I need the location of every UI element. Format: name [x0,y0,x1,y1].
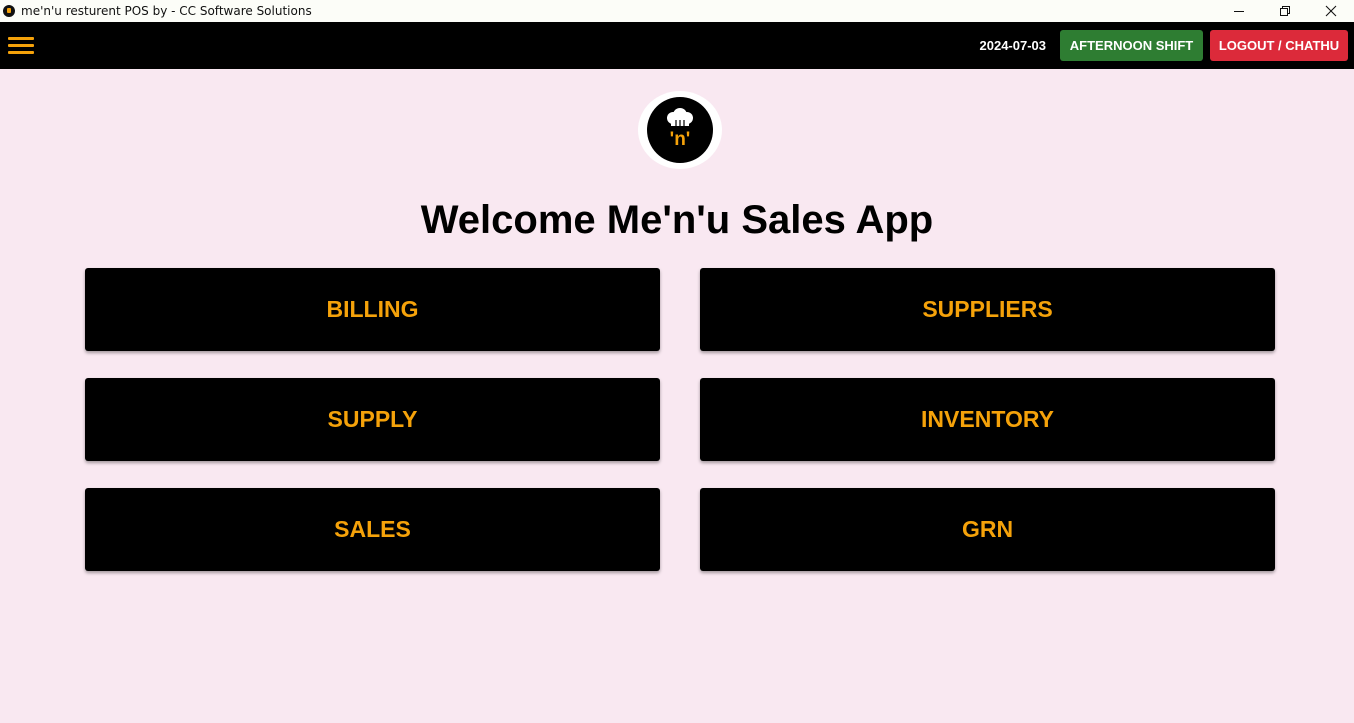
window-title: me'n'u resturent POS by - CC Software So… [21,4,312,18]
app-icon [3,5,15,17]
inventory-button[interactable]: INVENTORY [700,378,1275,461]
chef-hat-logo-icon: 'n' [647,97,713,163]
logout-button[interactable]: LOGOUT / CHATHU [1210,30,1348,61]
app-logo: 'n' [638,91,722,169]
grn-button[interactable]: GRN [700,488,1275,571]
window-controls [1216,0,1354,22]
page-title: Welcome Me'n'u Sales App [420,198,934,242]
shift-button[interactable]: AFTERNOON SHIFT [1060,30,1203,61]
logo-text: 'n' [670,129,691,150]
current-date: 2024-07-03 [979,38,1047,53]
close-button[interactable] [1308,0,1354,22]
close-icon [1325,5,1337,17]
suppliers-button[interactable]: SUPPLIERS [700,268,1275,351]
restore-button[interactable] [1262,0,1308,22]
restore-icon [1280,6,1290,16]
app-bar: 2024-07-03 AFTERNOON SHIFT LOGOUT / CHAT… [0,22,1354,69]
hamburger-menu-icon[interactable] [8,37,34,55]
billing-button[interactable]: BILLING [85,268,660,351]
sales-button[interactable]: SALES [85,488,660,571]
minimize-button[interactable] [1216,0,1262,22]
supply-button[interactable]: SUPPLY [85,378,660,461]
window-title-bar: me'n'u resturent POS by - CC Software So… [0,0,1354,22]
minimize-icon [1234,11,1244,12]
